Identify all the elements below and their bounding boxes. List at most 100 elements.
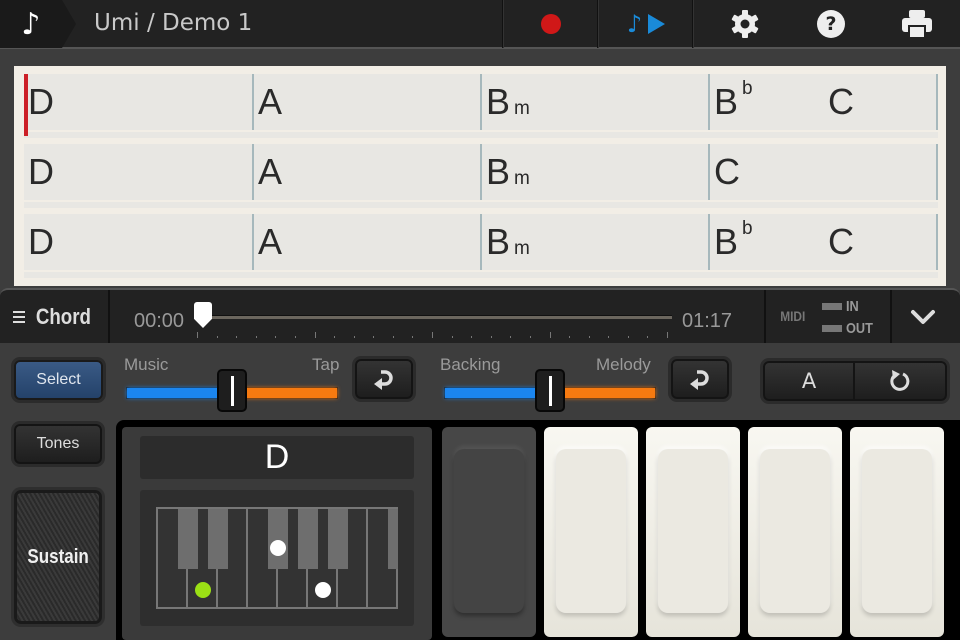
- measure[interactable]: C: [708, 144, 936, 200]
- measure[interactable]: Bm: [480, 214, 708, 270]
- timeline-tick: [373, 336, 375, 338]
- chord-root: C: [828, 221, 854, 262]
- black-key: [268, 509, 288, 569]
- timeline-tick: [667, 332, 668, 338]
- measure[interactable]: D: [24, 214, 252, 270]
- chord-quality: m: [514, 238, 530, 259]
- chord-pad[interactable]: [646, 427, 740, 637]
- chord-symbol[interactable]: A: [258, 222, 282, 262]
- chord-root: D: [28, 81, 54, 122]
- measure[interactable]: A: [252, 74, 480, 130]
- root-note-marker: [195, 582, 211, 598]
- print-button[interactable]: [882, 0, 952, 48]
- chord-root: A: [258, 151, 283, 192]
- help-button[interactable]: ?: [796, 0, 866, 48]
- chord-quality: m: [514, 98, 530, 119]
- chord-symbol[interactable]: A: [258, 152, 282, 192]
- loop-button[interactable]: [855, 363, 945, 399]
- timeline-tick: [314, 332, 316, 338]
- chord-sheet: DABmBbCDABmCDABmBbC: [14, 66, 946, 286]
- midi-status[interactable]: MIDI IN OUT: [764, 290, 892, 343]
- timeline-tick: [392, 336, 394, 338]
- timeline-tick: [588, 336, 590, 338]
- backing-melody-fader-handle[interactable]: [535, 369, 565, 412]
- music-tap-fader-handle[interactable]: [217, 369, 247, 412]
- chord-pad[interactable]: [442, 427, 536, 637]
- play-melody-button[interactable]: ♪: [599, 0, 693, 48]
- tap-label: Tap: [312, 355, 340, 374]
- chord-symbol[interactable]: Bm: [486, 82, 530, 129]
- chord-note-marker: [315, 582, 331, 598]
- black-key: [388, 509, 398, 569]
- timeline-ticks: [197, 330, 668, 338]
- chevron-down-icon[interactable]: [910, 304, 936, 330]
- timeline-tick: [275, 336, 277, 338]
- chord-root: B: [486, 151, 511, 192]
- chord-symbol[interactable]: D: [28, 222, 54, 262]
- gear-icon: [731, 10, 759, 38]
- timeline-tick: [451, 336, 453, 338]
- playhead-handle[interactable]: [194, 302, 212, 328]
- total-time: 01:17: [682, 310, 733, 332]
- ab-button[interactable]: A: [765, 363, 855, 399]
- timeline-tick: [412, 336, 414, 338]
- help-icon: ?: [817, 10, 845, 38]
- chord-symbol[interactable]: C: [828, 222, 854, 262]
- chord-symbol[interactable]: Bm: [486, 152, 530, 199]
- measure[interactable]: Bb C: [708, 214, 936, 270]
- chord-symbol[interactable]: D: [28, 82, 54, 122]
- record-icon: [541, 14, 561, 34]
- transport-bar: Chord 00:00 01:17 MIDI IN OUT: [0, 288, 960, 343]
- measure[interactable]: A: [252, 144, 480, 200]
- chord-menu-button[interactable]: Chord: [0, 290, 110, 343]
- chord-symbol[interactable]: Bm: [486, 222, 530, 269]
- chord-pad[interactable]: [544, 427, 638, 637]
- midi-in-label: IN: [846, 298, 859, 315]
- music-tap-reset-button[interactable]: [355, 359, 413, 399]
- select-button[interactable]: Select: [14, 360, 103, 400]
- bar-line: [936, 74, 938, 130]
- backing-melody-reset-button[interactable]: [671, 359, 729, 399]
- chord-symbol[interactable]: Bb: [714, 78, 753, 129]
- timeline-tick: [529, 336, 531, 338]
- chord-root: C: [714, 151, 740, 192]
- timeline-track[interactable]: [205, 315, 672, 319]
- timeline-tick: [334, 336, 336, 338]
- measure[interactable]: D: [24, 144, 252, 200]
- timeline-tick: [353, 336, 355, 338]
- chord-root: C: [828, 81, 854, 122]
- timeline-tick: [255, 336, 257, 338]
- measure[interactable]: A: [252, 214, 480, 270]
- chord-pad[interactable]: [748, 427, 842, 637]
- pad-surface: [658, 449, 728, 613]
- music-note-icon: ♪: [21, 6, 41, 42]
- measure[interactable]: Bb C: [708, 74, 936, 130]
- measure[interactable]: Bm: [480, 144, 708, 200]
- timeline-tick: [608, 336, 610, 338]
- chord-symbol[interactable]: C: [714, 152, 740, 192]
- current-time: 00:00: [134, 310, 185, 332]
- top-bar: ♪ Umi / Demo 1 ♪ ?: [0, 0, 960, 49]
- measure[interactable]: D: [24, 74, 252, 130]
- chord-symbol[interactable]: C: [828, 82, 854, 122]
- chord-accidental: b: [742, 218, 753, 239]
- sustain-button[interactable]: Sustain: [14, 490, 102, 624]
- chord-root: A: [258, 221, 283, 262]
- chord-pad[interactable]: [850, 427, 944, 637]
- home-button[interactable]: ♪: [0, 0, 76, 48]
- chord-symbol[interactable]: A: [258, 82, 282, 122]
- chord-symbol[interactable]: D: [28, 152, 54, 192]
- chord-symbol[interactable]: Bb: [714, 218, 753, 269]
- settings-button[interactable]: [710, 0, 780, 48]
- chord-root: D: [28, 151, 54, 192]
- tones-button[interactable]: Tones: [14, 424, 102, 464]
- midi-out-indicator: [822, 325, 842, 332]
- record-button[interactable]: [504, 0, 598, 48]
- black-key: [298, 509, 318, 569]
- chord-root: B: [714, 221, 739, 262]
- chord-root: A: [258, 81, 283, 122]
- measure[interactable]: Bm: [480, 74, 708, 130]
- song-title: Umi / Demo 1: [94, 10, 253, 36]
- timeline-tick: [569, 336, 571, 338]
- keyboard-diagram: [156, 507, 398, 609]
